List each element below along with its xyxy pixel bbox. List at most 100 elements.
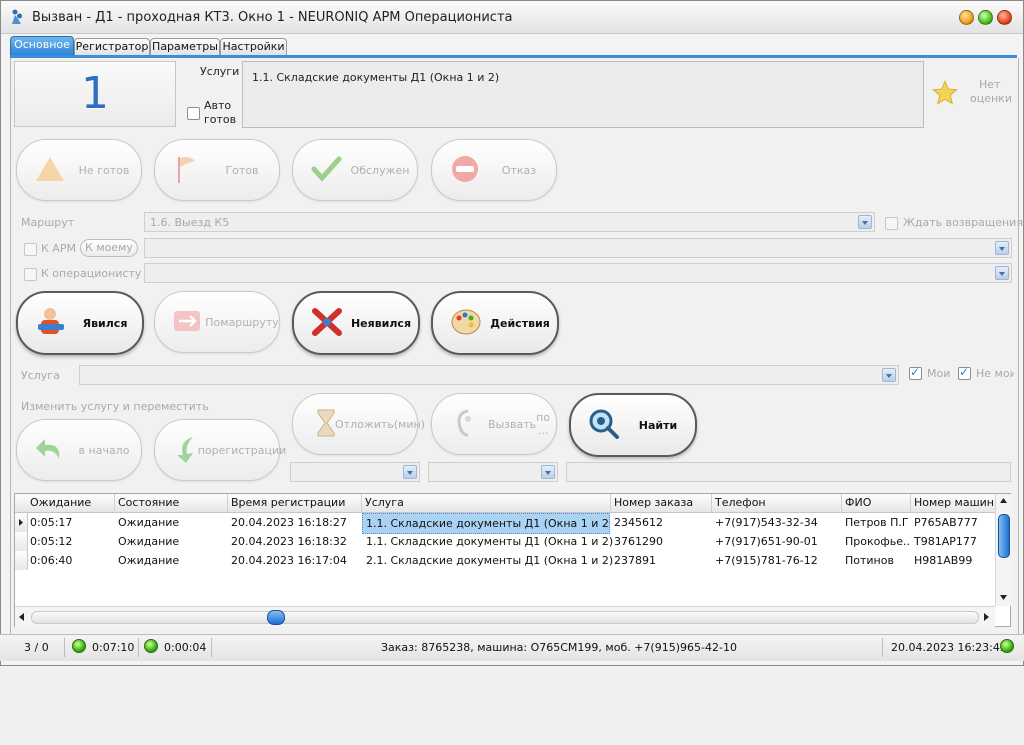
title-bar: Вызван - Д1 - проходная КТ3. Окно 1 - NE…: [1, 1, 1023, 34]
service-select[interactable]: [79, 365, 899, 385]
not-ready-button[interactable]: Не готов: [16, 139, 142, 201]
tab-settings[interactable]: Настройки: [220, 38, 287, 55]
scroll-right-icon[interactable]: [979, 607, 993, 627]
maximize-button[interactable]: [978, 10, 993, 25]
appeared-button[interactable]: Явился: [16, 291, 144, 355]
order-info: Заказ: 8765238, машина: О765СМ199, моб. …: [381, 641, 737, 654]
status-light-icon: [72, 639, 86, 653]
by-route-button[interactable]: По маршруту: [154, 291, 280, 353]
ear-icon: [457, 409, 471, 437]
chevron-down-icon[interactable]: [541, 465, 555, 479]
column-divider: [841, 494, 842, 512]
actions-button[interactable]: Действия: [431, 291, 559, 355]
tab-parameters[interactable]: Параметры: [150, 38, 220, 55]
call-by-label-2: по ...: [536, 411, 551, 437]
ready-button[interactable]: Готов: [154, 139, 280, 201]
horizontal-scrollbar[interactable]: [15, 606, 995, 627]
postpone-minutes-select[interactable]: [290, 462, 420, 482]
appeared-label: Явился: [82, 316, 128, 330]
column-header[interactable]: Ожидание: [30, 496, 91, 509]
column-header[interactable]: Услуга: [365, 496, 404, 509]
horizontal-scroll-thumb[interactable]: [267, 610, 285, 625]
row-indicator: [15, 551, 28, 570]
ready-label: Готов: [225, 163, 259, 177]
table-cell: +7(915)781-76-12: [715, 554, 818, 567]
to-operator-checkbox[interactable]: [24, 268, 37, 281]
arm-select[interactable]: [144, 238, 1012, 258]
services-value: 1.1. Складские документы Д1 (Окна 1 и 2): [252, 71, 500, 84]
flag-icon: [178, 157, 195, 183]
table-cell: 20.04.2023 16:18:27: [231, 516, 347, 529]
tab-main[interactable]: Основное: [10, 36, 74, 55]
chevron-down-icon[interactable]: [995, 241, 1009, 255]
served-button[interactable]: Обслужен: [292, 139, 418, 201]
postpone-label: Отложить (мин): [335, 394, 425, 454]
to-mine-button[interactable]: К моему: [80, 239, 138, 257]
route-select[interactable]: 1.6. Выезд К5: [144, 212, 875, 232]
table-row[interactable]: 0:05:12 Ожидание 20.04.2023 16:18:32 1.1…: [15, 532, 995, 551]
table-cell: Р765АВ777: [914, 516, 978, 529]
by-route-label-2: маршруту: [220, 315, 279, 329]
postpone-label-1: Отложить: [335, 417, 394, 431]
ticket-number: 1: [14, 61, 176, 127]
call-by-button[interactable]: Вызвать по ...: [431, 393, 557, 455]
find-button[interactable]: Найти: [569, 393, 697, 457]
table-cell: 20.04.2023 16:18:32: [231, 535, 347, 548]
route-label: Маршрут: [21, 216, 75, 229]
scroll-left-icon[interactable]: [15, 607, 29, 627]
status-bar: 3 / 0 0:07:10 0:00:04 Заказ: 8765238, ма…: [0, 634, 1024, 661]
find-input[interactable]: [566, 462, 1011, 482]
column-header[interactable]: Состояние: [118, 496, 179, 509]
column-header[interactable]: Время регистрации: [231, 496, 345, 509]
star-icon: [932, 80, 958, 105]
minimize-button[interactable]: [959, 10, 974, 25]
column-header[interactable]: Номер заказа: [614, 496, 693, 509]
close-button[interactable]: [997, 10, 1012, 25]
route-arrow-icon: [174, 311, 200, 331]
vertical-scrollbar[interactable]: [995, 494, 1011, 606]
table-cell: +7(917)543-32-34: [715, 516, 818, 529]
chevron-down-icon[interactable]: [403, 465, 417, 479]
chevron-down-icon[interactable]: [858, 215, 872, 229]
table-cell: 2.1. Складские документы Д1 (Окна 1 и 2): [366, 554, 614, 567]
not-mine-label: Не мои: [976, 367, 1014, 380]
not-appeared-label-2: явился: [367, 316, 412, 330]
call-by-select[interactable]: [428, 462, 558, 482]
by-registration-button[interactable]: по регистрации: [154, 419, 286, 481]
tab-registrar[interactable]: Регистратор: [74, 38, 150, 55]
find-label: Найти: [638, 418, 678, 432]
column-divider: [711, 494, 712, 512]
column-header[interactable]: ФИО: [845, 496, 871, 509]
refuse-button[interactable]: Отказ: [431, 139, 557, 201]
wait-return-checkbox[interactable]: [885, 217, 898, 230]
column-divider: [361, 494, 362, 512]
scroll-up-icon[interactable]: [996, 494, 1011, 508]
actions-label: Действия: [490, 316, 550, 330]
not-appeared-button[interactable]: Не явился: [292, 291, 420, 355]
chevron-down-icon[interactable]: [995, 266, 1009, 280]
table-cell: 0:06:40: [30, 554, 73, 567]
chevron-down-icon[interactable]: [882, 368, 896, 382]
table-row[interactable]: 0:06:40 Ожидание 20.04.2023 16:17:04 2.1…: [15, 551, 995, 570]
app-logo-icon: [12, 9, 22, 24]
mine-checkbox[interactable]: [909, 365, 922, 380]
column-header[interactable]: Телефон: [715, 496, 766, 509]
call-by-label: Вызвать по ...: [488, 394, 550, 454]
table-cell: 1.1. Складские документы Д1 (Окна 1 и 2): [366, 535, 614, 548]
to-arm-checkbox[interactable]: [24, 243, 37, 256]
table-cell: 3761290: [614, 535, 663, 548]
vertical-scroll-thumb[interactable]: [998, 514, 1010, 558]
rating-label-2: оценки: [970, 92, 1012, 105]
not-mine-checkbox[interactable]: [958, 365, 971, 380]
postpone-button[interactable]: Отложить (мин): [292, 393, 425, 455]
column-header[interactable]: Номер машины: [914, 496, 1003, 509]
to-start-button[interactable]: в начало: [16, 419, 142, 481]
column-divider: [910, 494, 911, 512]
auto-ready-checkbox[interactable]: [187, 107, 200, 120]
table-cell: 20.04.2023 16:17:04: [231, 554, 347, 567]
services-label: Услуги: [200, 65, 240, 78]
scroll-down-icon[interactable]: [996, 590, 1011, 604]
table-row[interactable]: 0:05:17 Ожидание 20.04.2023 16:18:27 1.1…: [15, 513, 995, 534]
operator-select[interactable]: [144, 263, 1012, 283]
status-datetime: 20.04.2023 16:23:45: [891, 641, 1007, 654]
